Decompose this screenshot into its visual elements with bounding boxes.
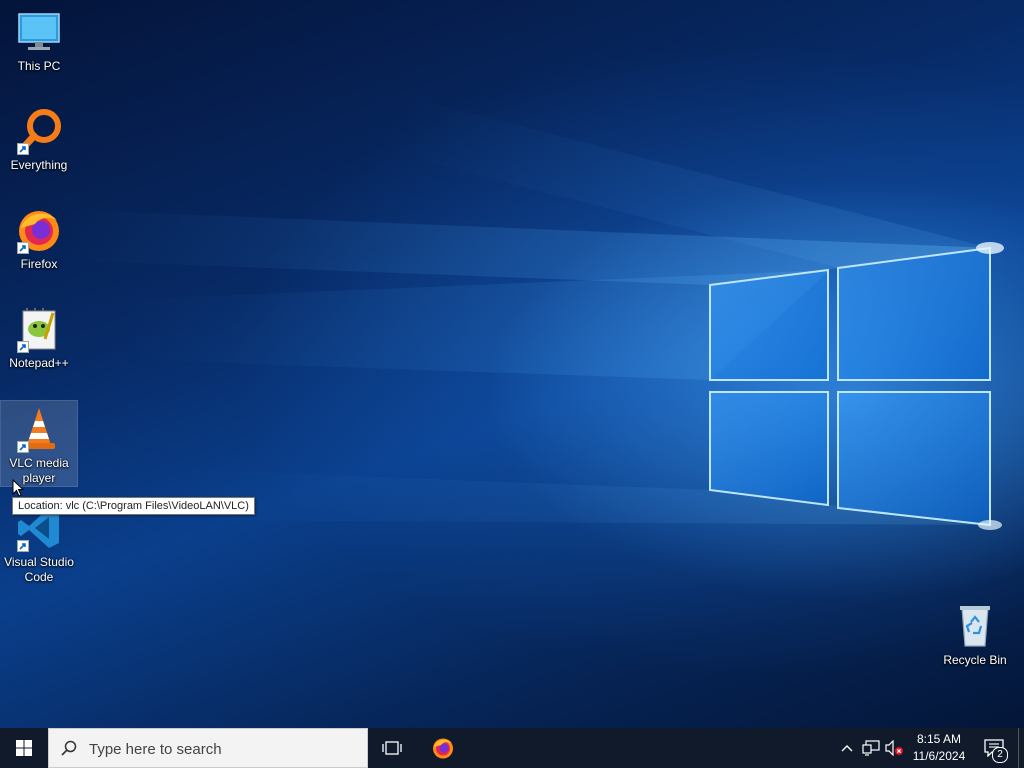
start-button[interactable] [0, 728, 48, 768]
desktop-icon-label: Firefox [20, 257, 58, 271]
wallpaper [60, 100, 1004, 530]
desktop-icon-everything[interactable]: Everything [1, 103, 77, 173]
search-box[interactable] [48, 728, 368, 768]
clock-time: 8:15 AM [916, 732, 962, 746]
shortcut-arrow-icon [17, 540, 29, 552]
mouse-cursor-icon [12, 479, 24, 497]
desktop-icon-this-pc[interactable]: This PC [1, 4, 77, 74]
clock[interactable]: 8:15 AM 11/6/2024 [906, 728, 972, 768]
volume-muted-icon [885, 740, 903, 756]
action-center-button[interactable]: 2 [976, 728, 1016, 768]
network-icon [862, 740, 880, 756]
location-tooltip: Location: vlc (C:\Program Files\VideoLAN… [12, 497, 255, 515]
desktop-icon-label: Recycle Bin [943, 653, 1007, 667]
desktop-icon-label: Notepad++ [9, 356, 69, 370]
windows-logo-icon [16, 740, 32, 756]
desktop-icon-label: Visual Studio Code [4, 555, 74, 584]
task-view-icon [382, 741, 402, 755]
monitor-icon [15, 8, 63, 56]
search-input[interactable] [87, 737, 361, 761]
desktop-icon-vlc[interactable]: VLC media player [0, 400, 78, 487]
firefox-icon [433, 738, 453, 759]
desktop-icon-recycle-bin[interactable]: Recycle Bin [937, 598, 1013, 668]
clock-date: 11/6/2024 [912, 749, 966, 763]
task-view-button[interactable] [372, 728, 412, 768]
recycle-bin-icon [951, 602, 999, 650]
shortcut-arrow-icon [17, 341, 29, 353]
notification-count-badge: 2 [992, 747, 1008, 763]
shortcut-arrow-icon [17, 441, 29, 453]
shortcut-arrow-icon [17, 143, 29, 155]
notepad-plus-plus-icon [15, 305, 63, 353]
volume-button[interactable] [884, 728, 906, 768]
show-hidden-icons-button[interactable] [836, 728, 858, 768]
search-icon [61, 740, 77, 756]
network-button[interactable] [860, 728, 882, 768]
desktop-icon-firefox[interactable]: Firefox [1, 202, 77, 272]
firefox-icon [15, 206, 63, 254]
chevron-up-icon [841, 745, 853, 752]
vlc-cone-icon [15, 405, 63, 453]
desktop-icon-label: Everything [10, 158, 68, 172]
desktop-icon-notepad-plus-plus[interactable]: Notepad++ [1, 301, 77, 371]
taskbar: 8:15 AM 11/6/2024 2 [0, 728, 1024, 768]
taskbar-firefox-button[interactable] [422, 728, 464, 768]
desktop-icon-label: This PC [17, 59, 61, 73]
show-desktop-button[interactable] [1018, 728, 1024, 768]
desktop[interactable]: This PC Everything Firefox Notepad++ VLC… [0, 0, 1024, 728]
shortcut-arrow-icon [17, 242, 29, 254]
everything-search-icon [15, 107, 63, 155]
